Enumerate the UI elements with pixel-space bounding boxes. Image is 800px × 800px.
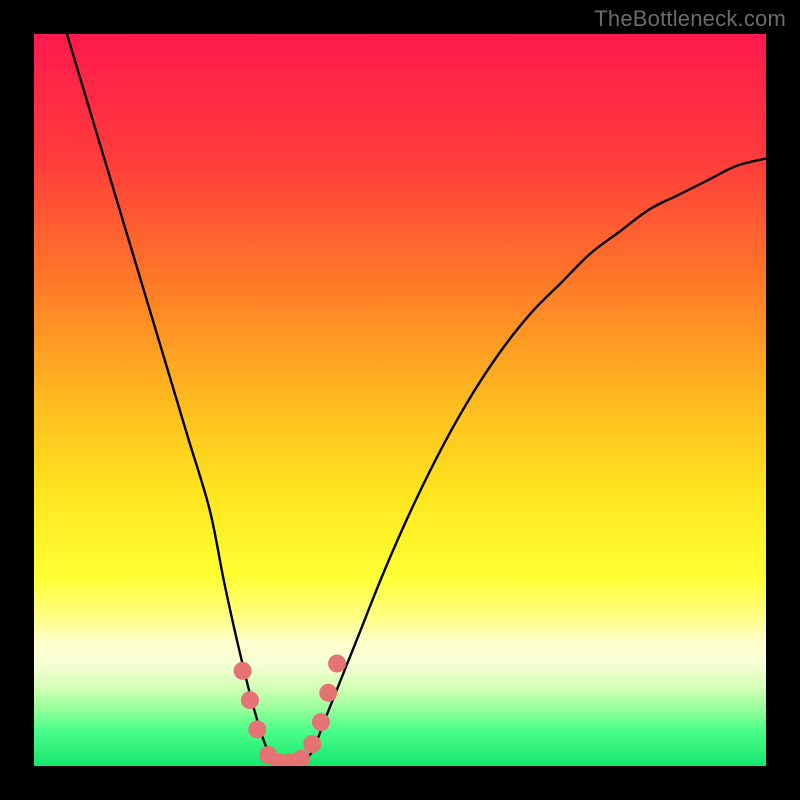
marker-point bbox=[241, 691, 259, 709]
marker-point bbox=[319, 684, 337, 702]
chart-curve-layer bbox=[34, 34, 766, 766]
watermark-text: TheBottleneck.com bbox=[594, 6, 786, 32]
marker-point bbox=[312, 713, 330, 731]
marker-point bbox=[234, 662, 252, 680]
marker-point bbox=[303, 735, 321, 753]
marker-point bbox=[328, 655, 346, 673]
marker-point bbox=[248, 720, 266, 738]
marker-point bbox=[292, 750, 310, 766]
chart-plot-area bbox=[34, 34, 766, 766]
bottleneck-curve bbox=[34, 34, 766, 766]
